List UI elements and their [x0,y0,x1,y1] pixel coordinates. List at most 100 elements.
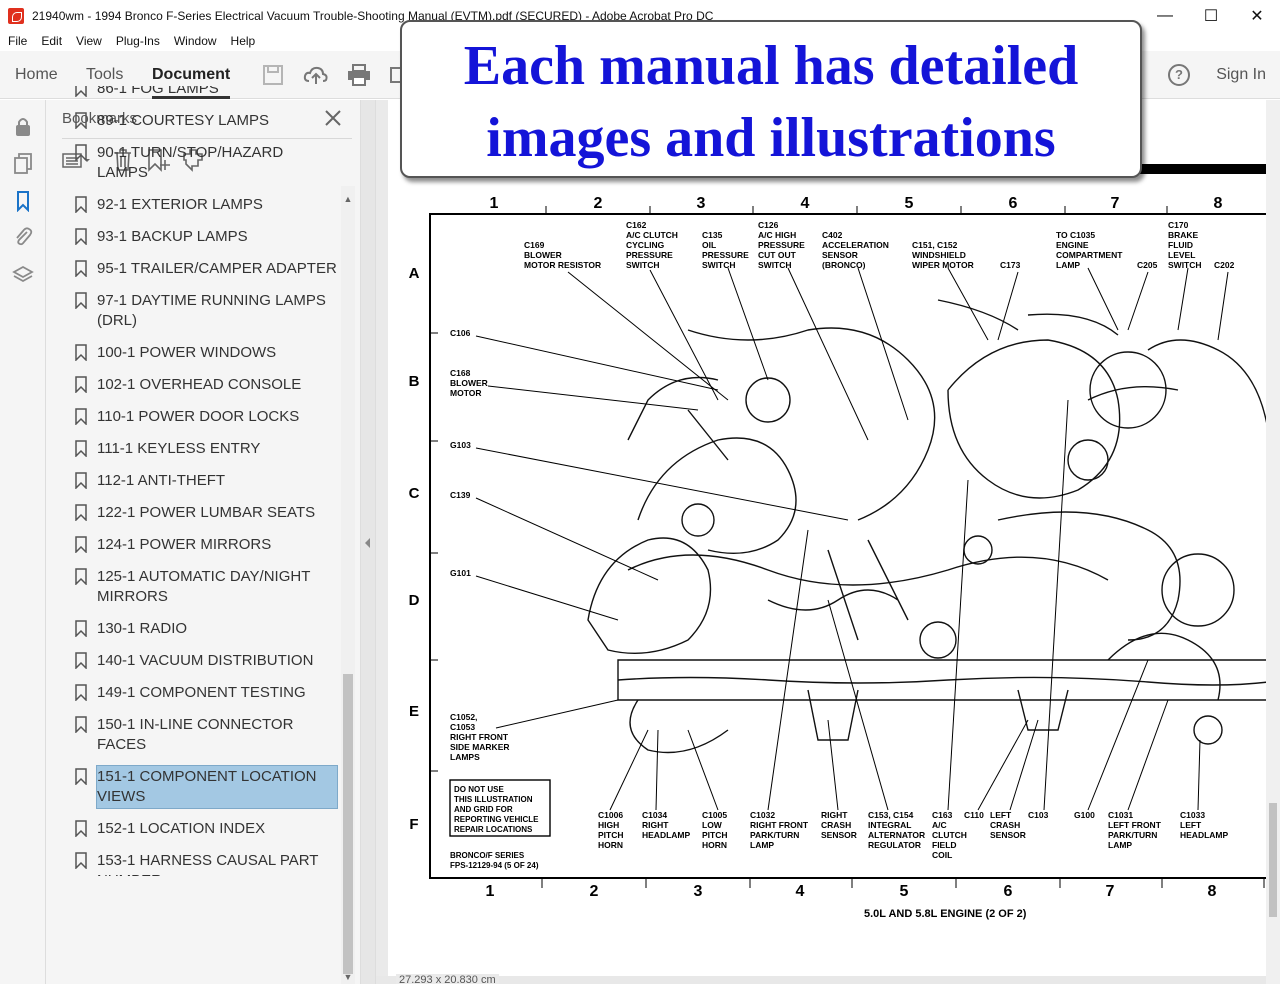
acrobat-window: 21940wm - 1994 Bronco F-Series Electrica… [0,0,1280,984]
bookmark-item[interactable]: 125-1 AUTOMATIC DAY/NIGHT MIRRORS [46,566,340,608]
callout-rcs: RIGHTCRASHSENSOR [821,810,857,840]
bookmark-item[interactable]: 90-1 TURN/STOP/HAZARD LAMPS [46,142,340,184]
bookmark-label: 110-1 POWER DOOR LOCKS [97,408,300,425]
callout-text: SENSOR [990,830,1026,840]
bookmark-item[interactable]: 122-1 POWER LUMBAR SEATS [46,502,340,524]
menu-view[interactable]: View [76,34,102,48]
menu-window[interactable]: Window [174,34,217,48]
minimize-button[interactable]: — [1142,0,1188,31]
callout-text: BRAKE [1168,230,1199,240]
bookmark-item[interactable]: 95-1 TRAILER/CAMPER ADAPTER [46,258,340,280]
bookmark-item[interactable]: 100-1 POWER WINDOWS [46,342,340,364]
callout-text: A/C HIGH [758,230,796,240]
bookmark-item[interactable]: 112-1 ANTI-THEFT [46,470,340,492]
bookmark-item[interactable]: 111-1 KEYLESS ENTRY [46,438,340,460]
help-button[interactable]: ? [1168,64,1190,86]
bookmark-item[interactable]: 151-1 COMPONENT LOCATION VIEWS [46,765,340,809]
menu-help[interactable]: Help [231,34,256,48]
callout-text: INTEGRAL [868,820,911,830]
attachment-icon[interactable] [12,226,34,248]
bookmark-item[interactable]: 153-1 HARNESS CAUSAL PART NUMBER [46,850,340,876]
callout-c169: C169BLOWERMOTOR RESISTOR [524,240,601,270]
callout-text: C1052, [450,712,477,722]
leader-line [1177,267,1189,331]
callout-text: C106 [450,328,471,338]
notice-text: AND GRID FOR [454,805,513,814]
maximize-button[interactable]: ☐ [1188,0,1234,31]
save-icon[interactable] [260,63,286,87]
menu-edit[interactable]: Edit [41,34,62,48]
sign-in-button[interactable]: Sign In [1216,51,1266,99]
menu-plugins[interactable]: Plug-Ins [116,34,160,48]
panel-splitter[interactable] [360,100,376,984]
callout-text: LEFT [990,810,1012,820]
bookmark-scrollbar[interactable]: ▲ ▼ [341,186,355,984]
leader-line [475,575,619,621]
callout-text: C1005 [702,810,727,820]
leader-line [609,729,649,811]
callout-text: PITCH [702,830,728,840]
bookmark-item[interactable]: 102-1 OVERHEAD CONSOLE [46,374,340,396]
callout-text: COIL [932,850,952,860]
bookmark-scroll-thumb[interactable] [343,674,353,974]
engine-line-art [937,299,1119,336]
bookmark-icon [75,292,87,309]
callout-c1031: C1031LEFT FRONTPARK/TURNLAMP [1108,810,1162,850]
callout-c1032: C1032RIGHT FRONTPARK/TURNLAMP [750,810,809,850]
engine-line-art [919,621,957,659]
page-thumbnails-icon[interactable] [12,152,34,174]
bookmark-item[interactable]: 150-1 IN-LINE CONNECTOR FACES [46,714,340,756]
scroll-down-icon[interactable]: ▼ [341,970,355,984]
bookmark-list: 86-1 FOG LAMPS 89-1 COURTESY LAMPS 90-1 TU… [46,86,340,876]
callout-g103: G103 [450,440,471,450]
callout-text: PITCH [598,830,624,840]
scroll-up-icon[interactable]: ▲ [341,192,355,206]
callout-c135: C135OILPRESSURESWITCH [702,230,749,270]
callout-text: SENSOR [822,250,858,260]
upload-cloud-icon[interactable] [303,63,329,87]
collapse-arrow-icon[interactable] [365,538,370,548]
lock-icon[interactable] [12,116,34,138]
callout-text: CYCLING [626,240,665,250]
bookmark-label: 125-1 AUTOMATIC DAY/NIGHT MIRRORS [97,568,311,605]
bookmark-label: 86-1 FOG LAMPS [97,86,219,97]
bookmark-icon [75,536,87,553]
bookmark-item[interactable]: 140-1 VACUUM DISTRIBUTION [46,650,340,672]
document-scroll-thumb[interactable] [1269,803,1277,917]
callout-text: OIL [702,240,716,250]
callout-text: C1032 [750,810,775,820]
menu-file[interactable]: File [8,34,27,48]
bookmark-item[interactable]: 97-1 DAYTIME RUNNING LAMPS (DRL) [46,290,340,332]
callout-c173: C173 [1000,260,1021,270]
bookmark-item[interactable]: 93-1 BACKUP LAMPS [46,226,340,248]
bookmark-item[interactable]: 92-1 EXTERIOR LAMPS [46,194,340,216]
bookmark-label: 122-1 POWER LUMBAR SEATS [97,504,316,521]
bookmark-icon [75,440,87,457]
callout-c1034: C1034RIGHTHEADLAMP [642,810,690,840]
bookmark-item[interactable]: 149-1 COMPONENT TESTING [46,682,340,704]
bookmark-icon [75,768,87,785]
bookmark-label: 102-1 OVERHEAD CONSOLE [97,376,302,393]
bookmark-item[interactable]: 130-1 RADIO [46,618,340,640]
bookmark-item[interactable]: 89-1 COURTESY LAMPS [46,110,340,132]
document-scrollbar[interactable] [1266,100,1280,984]
callout-text: C135 [702,230,723,240]
bookmark-item[interactable]: 124-1 POWER MIRRORS [46,534,340,556]
callout-text: PRESSURE [702,250,749,260]
callout-text: SENSOR [821,830,857,840]
callout-text: CUT OUT [758,250,797,260]
bookmark-item[interactable]: 86-1 FOG LAMPS [46,86,340,100]
bookmark-label: 140-1 VACUUM DISTRIBUTION [97,652,314,669]
bookmark-icon [75,716,87,733]
bookmark-icon [75,196,87,213]
callout-text: PARK/TURN [750,830,799,840]
column-label: 4 [796,883,805,900]
engine-line-art [1193,715,1223,745]
layers-icon[interactable] [12,264,34,286]
horizontal-scrollbar[interactable] [376,976,1266,984]
bookmark-panel-icon[interactable] [12,190,34,212]
bookmark-item[interactable]: 152-1 LOCATION INDEX [46,818,340,840]
bookmark-item[interactable]: 110-1 POWER DOOR LOCKS [46,406,340,428]
print-icon[interactable] [346,63,372,87]
close-window-button[interactable]: ✕ [1234,0,1280,31]
